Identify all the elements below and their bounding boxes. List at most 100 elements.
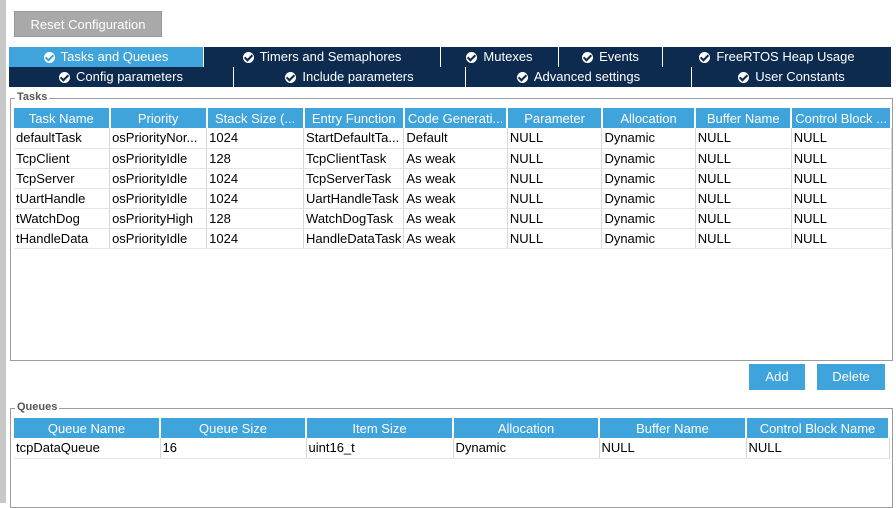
table-cell[interactable]: NULL: [695, 228, 792, 249]
table-cell[interactable]: HandleDataTask: [303, 228, 405, 249]
tab-advanced-settings[interactable]: Advanced settings: [466, 67, 692, 87]
table-cell[interactable]: osPriorityIdle: [109, 148, 208, 169]
table-cell[interactable]: Dynamic: [601, 208, 696, 229]
table-row[interactable]: tWatchDog osPriorityHigh 128 WatchDogTas…: [14, 208, 892, 229]
table-cell[interactable]: 1024: [206, 168, 305, 189]
tab-events[interactable]: Events: [559, 47, 663, 67]
table-row[interactable]: TcpServer osPriorityIdle 1024 TcpServerT…: [14, 168, 892, 189]
table-cell[interactable]: NULL: [507, 128, 603, 149]
table-row[interactable]: defaultTask osPriorityNor... 1024 StartD…: [14, 128, 892, 149]
table-cell[interactable]: As weak: [403, 208, 508, 229]
reset-configuration-button[interactable]: Reset Configuration: [14, 11, 162, 37]
table-cell[interactable]: NULL: [791, 208, 892, 229]
table-cell[interactable]: NULL: [791, 228, 892, 249]
column-header-stack-size[interactable]: Stack Size (...: [206, 108, 305, 128]
table-cell[interactable]: As weak: [403, 148, 508, 169]
table-cell[interactable]: tHandleData: [14, 228, 111, 249]
table-cell[interactable]: NULL: [599, 438, 747, 459]
table-row[interactable]: tHandleData osPriorityIdle 1024 HandleDa…: [14, 228, 892, 249]
table-cell[interactable]: TcpServer: [14, 168, 111, 189]
table-cell[interactable]: StartDefaultTa...: [303, 128, 405, 149]
table-cell[interactable]: NULL: [695, 168, 792, 189]
tab-tasks-and-queues[interactable]: Tasks and Queues: [9, 47, 204, 67]
table-cell[interactable]: TcpServerTask: [303, 168, 405, 189]
table-cell[interactable]: NULL: [695, 148, 792, 169]
table-cell[interactable]: NULL: [791, 188, 892, 209]
table-cell[interactable]: WatchDogTask: [303, 208, 405, 229]
column-header-allocation[interactable]: Allocation: [453, 418, 600, 438]
table-cell[interactable]: NULL: [791, 168, 892, 189]
check-circle-icon: [466, 51, 478, 63]
table-cell[interactable]: tUartHandle: [14, 188, 111, 209]
tab-freertos-heap-usage[interactable]: FreeRTOS Heap Usage: [663, 47, 891, 67]
table-cell[interactable]: 128: [206, 208, 305, 229]
table-cell[interactable]: As weak: [403, 228, 508, 249]
table-cell[interactable]: NULL: [695, 188, 792, 209]
table-cell[interactable]: Dynamic: [453, 438, 600, 459]
table-cell[interactable]: Dynamic: [601, 148, 696, 169]
table-cell[interactable]: 128: [206, 148, 305, 169]
table-cell[interactable]: NULL: [695, 208, 792, 229]
table-cell[interactable]: UartHandleTask: [303, 188, 405, 209]
table-cell[interactable]: Dynamic: [601, 128, 696, 149]
tab-user-constants[interactable]: User Constants: [692, 67, 891, 87]
table-cell[interactable]: NULL: [695, 128, 792, 149]
table-cell[interactable]: tcpDataQueue: [14, 438, 161, 459]
column-header-queue-name[interactable]: Queue Name: [14, 418, 161, 438]
table-cell[interactable]: Dynamic: [601, 188, 696, 209]
table-cell[interactable]: defaultTask: [14, 128, 111, 149]
queues-table: Queue Name Queue Size Item Size Allocati…: [14, 418, 890, 459]
table-cell[interactable]: NULL: [791, 148, 892, 169]
column-header-buffer-name[interactable]: Buffer Name: [599, 418, 747, 438]
table-cell[interactable]: osPriorityHigh: [109, 208, 208, 229]
column-header-task-name[interactable]: Task Name: [14, 108, 111, 128]
tab-config-parameters[interactable]: Config parameters: [9, 67, 234, 87]
column-header-code-generation[interactable]: Code Generati...: [403, 108, 509, 128]
table-cell[interactable]: NULL: [746, 438, 890, 459]
delete-task-button[interactable]: Delete: [817, 364, 885, 390]
table-cell[interactable]: Dynamic: [601, 168, 696, 189]
tab-mutexes[interactable]: Mutexes: [441, 47, 559, 67]
table-cell[interactable]: 1024: [206, 188, 305, 209]
column-header-allocation[interactable]: Allocation: [601, 108, 697, 128]
table-row[interactable]: tcpDataQueue 16 uint16_t Dynamic NULL NU…: [14, 438, 890, 459]
table-row[interactable]: tUartHandle osPriorityIdle 1024 UartHand…: [14, 188, 892, 209]
column-header-control-block-name[interactable]: Control Block Name: [746, 418, 890, 438]
column-header-queue-size[interactable]: Queue Size: [160, 418, 307, 438]
column-header-entry-function[interactable]: Entry Function: [303, 108, 405, 128]
table-cell[interactable]: TcpClient: [14, 148, 111, 169]
tab-timers-and-semaphores[interactable]: Timers and Semaphores: [204, 47, 441, 67]
column-header-item-size[interactable]: Item Size: [306, 418, 454, 438]
tasks-group: Tasks Task Name Priority Stack Size (...…: [10, 91, 893, 361]
table-cell[interactable]: TcpClientTask: [303, 148, 405, 169]
column-header-buffer-name[interactable]: Buffer Name: [695, 108, 793, 128]
table-cell[interactable]: 1024: [206, 128, 305, 149]
table-cell[interactable]: tWatchDog: [14, 208, 111, 229]
table-cell[interactable]: Dynamic: [601, 228, 696, 249]
tab-label: Tasks and Queues: [60, 49, 169, 64]
table-cell[interactable]: NULL: [507, 188, 603, 209]
tab-include-parameters[interactable]: Include parameters: [234, 67, 466, 87]
table-cell[interactable]: NULL: [507, 148, 603, 169]
table-cell[interactable]: osPriorityIdle: [109, 188, 208, 209]
table-cell[interactable]: 1024: [206, 228, 305, 249]
table-cell[interactable]: 16: [160, 438, 307, 459]
table-cell[interactable]: osPriorityIdle: [109, 168, 208, 189]
table-cell[interactable]: osPriorityIdle: [109, 228, 208, 249]
table-cell[interactable]: NULL: [507, 208, 603, 229]
column-header-priority[interactable]: Priority: [109, 108, 208, 128]
table-cell[interactable]: As weak: [403, 168, 508, 189]
table-cell[interactable]: uint16_t: [306, 438, 454, 459]
table-cell[interactable]: NULL: [791, 128, 892, 149]
table-cell[interactable]: osPriorityNor...: [109, 128, 208, 149]
table-cell[interactable]: NULL: [507, 168, 603, 189]
add-task-button[interactable]: Add: [749, 364, 805, 390]
table-cell[interactable]: As weak: [403, 188, 508, 209]
column-header-control-block[interactable]: Control Block ...: [791, 108, 892, 128]
table-cell[interactable]: Default: [403, 128, 508, 149]
tab-label: Timers and Semaphores: [259, 49, 402, 64]
table-cell[interactable]: NULL: [507, 228, 603, 249]
check-circle-icon: [242, 51, 254, 63]
column-header-parameter[interactable]: Parameter: [507, 108, 603, 128]
table-row[interactable]: TcpClient osPriorityIdle 128 TcpClientTa…: [14, 148, 892, 169]
